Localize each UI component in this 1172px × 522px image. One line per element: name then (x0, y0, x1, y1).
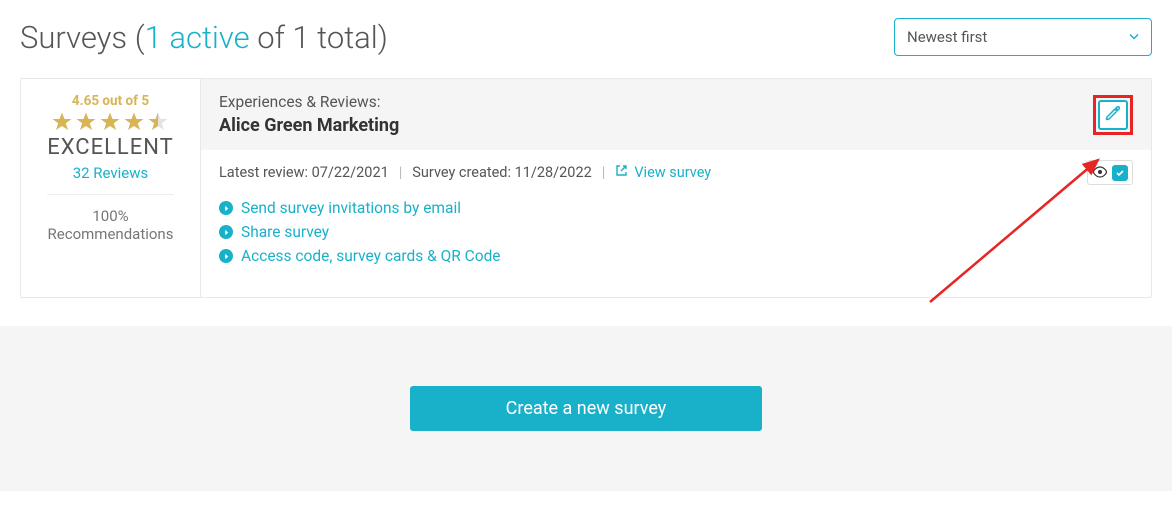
paren-close: ) (378, 19, 388, 56)
recommendation-pct: 100% (29, 207, 192, 225)
title-prefix: Surveys (20, 19, 135, 56)
edit-button[interactable] (1098, 100, 1128, 130)
survey-name: Alice Green Marketing (219, 115, 399, 136)
access-code-link[interactable]: Access code, survey cards & QR Code (241, 247, 501, 265)
page-title: Surveys (1 active of 1 total) (20, 19, 388, 56)
share-survey-link[interactable]: Share survey (241, 223, 329, 241)
chevron-right-icon (219, 249, 233, 263)
sort-selected[interactable]: Newest first (894, 18, 1152, 56)
recommendation-label: Recommendations (29, 225, 192, 243)
latest-review-label: Latest review: (219, 164, 312, 181)
footer-band: Create a new survey (0, 326, 1172, 491)
of-total: of 1 total (250, 19, 378, 56)
created-label: Survey created: (412, 164, 514, 181)
create-survey-button[interactable]: Create a new survey (410, 386, 763, 431)
check-icon (1112, 165, 1128, 181)
edit-button-highlight (1093, 95, 1133, 135)
eye-icon (1092, 163, 1108, 182)
rating-grade: EXCELLENT (29, 135, 192, 160)
list-item: Share survey (219, 223, 1133, 241)
experiences-label: Experiences & Reviews: (219, 93, 399, 111)
reviews-link[interactable]: 32 Reviews (73, 164, 149, 182)
rating-score: 4.65 out of 5 (29, 93, 192, 109)
chevron-right-icon (219, 225, 233, 239)
created-date: 11/28/2022 (515, 164, 592, 181)
sort-dropdown[interactable]: Newest first (894, 18, 1152, 56)
content-body: Latest review: 07/22/2021 | Survey creat… (201, 150, 1151, 297)
content-column: Experiences & Reviews: Alice Green Marke… (201, 79, 1151, 297)
active-count-link[interactable]: 1 active (145, 19, 250, 56)
divider (47, 194, 174, 195)
chevron-right-icon (219, 201, 233, 215)
latest-review-date: 07/22/2021 (312, 164, 389, 181)
pencil-icon (1104, 104, 1122, 126)
separator: | (602, 164, 606, 181)
list-item: Access code, survey cards & QR Code (219, 247, 1133, 265)
survey-card: 4.65 out of 5 EXCELLENT 32 Reviews (20, 78, 1152, 298)
send-invitations-link[interactable]: Send survey invitations by email (241, 199, 461, 217)
meta-row: Latest review: 07/22/2021 | Survey creat… (219, 164, 1133, 181)
list-item: Send survey invitations by email (219, 199, 1133, 217)
external-link-icon (615, 164, 628, 181)
view-survey-label: View survey (634, 164, 711, 181)
visibility-toggle[interactable] (1087, 160, 1133, 185)
action-list: Send survey invitations by email Share s… (219, 199, 1133, 265)
view-survey-link[interactable]: View survey (615, 164, 711, 181)
content-header: Experiences & Reviews: Alice Green Marke… (201, 79, 1151, 150)
separator: | (399, 164, 403, 181)
rating-stars (29, 111, 192, 133)
rating-column: 4.65 out of 5 EXCELLENT 32 Reviews (21, 79, 201, 297)
paren-open: ( (135, 19, 145, 56)
